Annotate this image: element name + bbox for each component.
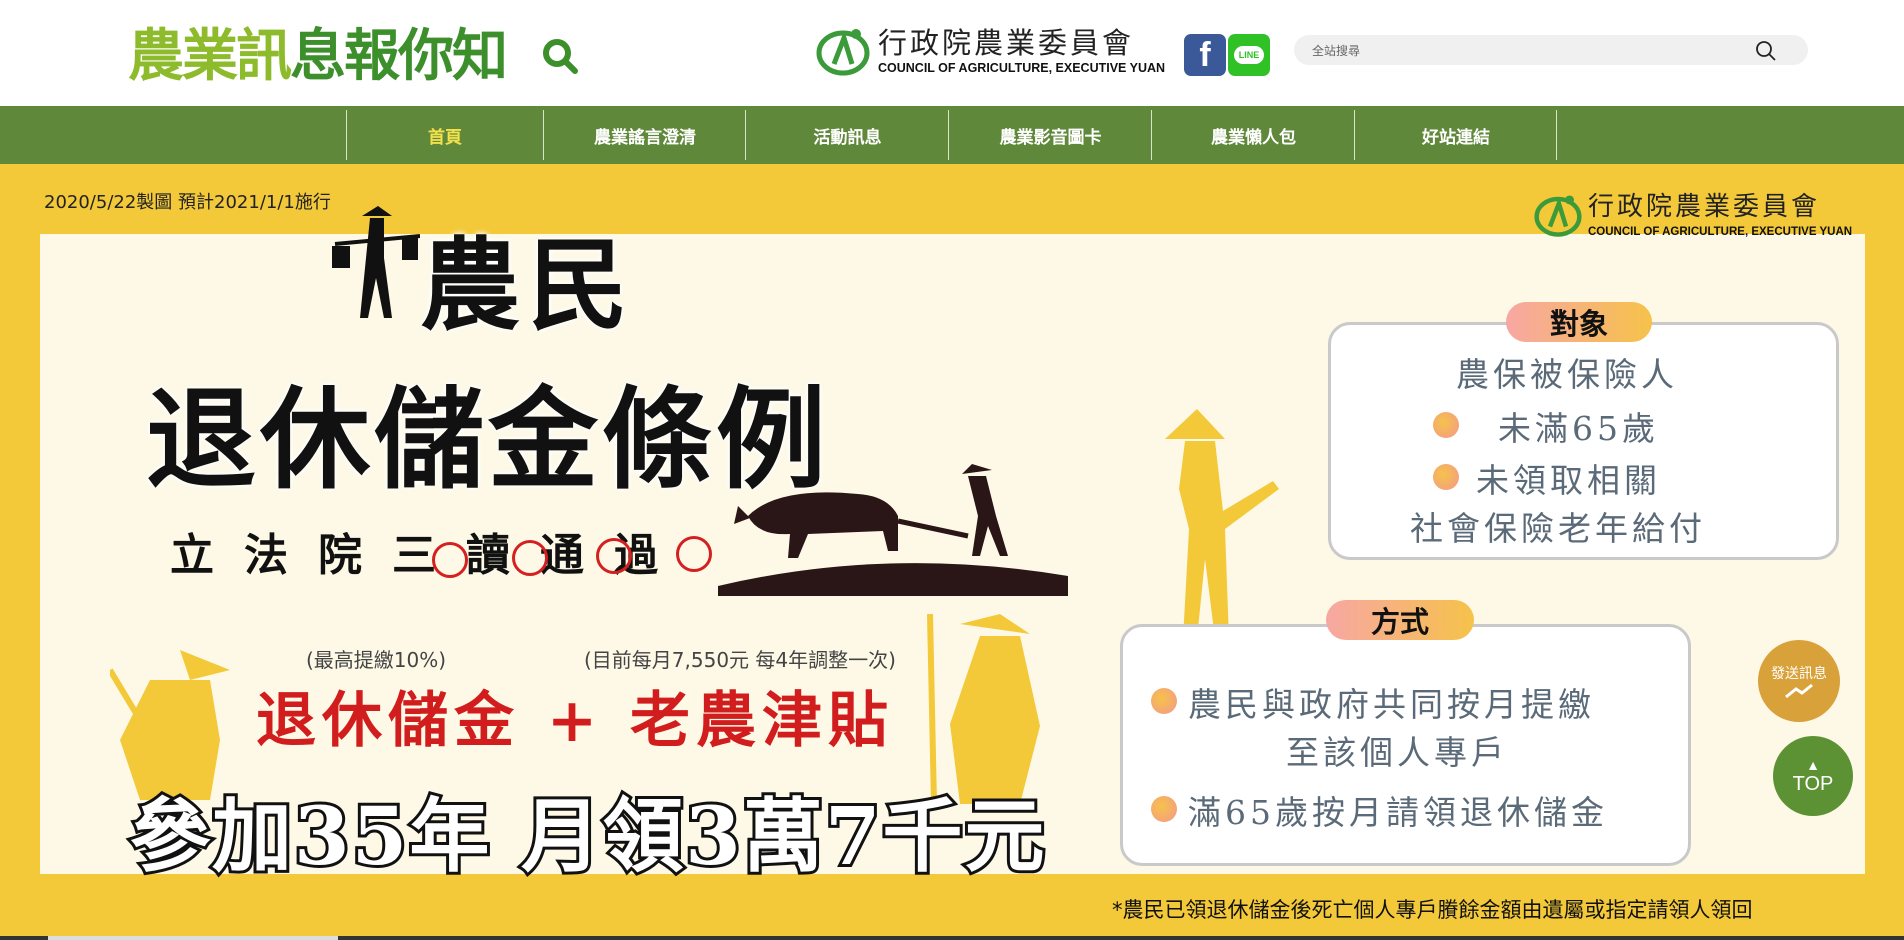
logo-text-a: 農業訊 [128,24,292,89]
nav-item-events[interactable]: 活動訊息 [745,110,949,160]
main-nav: 首頁 農業謠言澄清 活動訊息 農業影音圖卡 農業懶人包 好站連結 [0,106,1904,164]
note-max-contribution: (最高提繳10%) [306,648,447,672]
target-line: 未領取相關 [1476,461,1661,500]
benefit-formula: 退休儲金 + 老農津貼 [256,686,895,756]
trend-arrow-icon [1785,683,1813,699]
facebook-icon[interactable]: f [1184,34,1226,76]
site-search [1294,35,1808,65]
banner-title-act: 退休儲金條例 [146,375,830,504]
banner-date-note: 2020/5/22製圖 預計2021/1/1施行 [44,192,331,213]
banner-coa-name-zh: 行政院農業委員會 [1588,192,1821,222]
hero-banner[interactable]: 2020/5/22製圖 預計2021/1/1施行 行政院農業委員會 COUNCI… [0,164,1904,936]
nav-item-links[interactable]: 好站連結 [1354,110,1557,160]
coa-name-zh: 行政院農業委員會 [878,26,1135,60]
bullet-dot [1151,688,1177,714]
logo-text-b: 息報你知 [290,24,508,89]
bullet-dot [1151,796,1177,822]
search-input[interactable] [1310,39,1754,63]
facebook-label: f [1199,35,1211,74]
benefit-summary: 參加35年 月領3萬7千元 [127,786,1048,886]
bullet-dot [1433,464,1459,490]
red-circle-mark [596,538,632,574]
method-tag: 方式 [1326,600,1474,640]
nav-divider [1556,110,1557,160]
search-button-icon[interactable] [1754,39,1778,61]
bullet-dot [1433,412,1459,438]
back-to-top-button[interactable]: ▲ TOP [1773,736,1853,816]
scrollbar-thumb[interactable] [48,936,338,940]
coa-logo[interactable]: 行政院農業委員會 COUNCIL OF AGRICULTURE, EXECUTI… [816,24,1165,78]
nav-item-rumor[interactable]: 農業謠言澄清 [543,110,746,160]
method-line: 滿65歲按月請領退休儲金 [1188,793,1608,832]
target-tag: 對象 [1506,302,1652,342]
farmer-carrying-silhouette [332,206,420,318]
nav-item-guides[interactable]: 農業懶人包 [1151,110,1355,160]
line-icon[interactable]: LINE [1228,34,1270,76]
method-line: 至該個人專戶 [1286,733,1508,772]
up-arrow-icon: ▲ [1806,756,1820,773]
banner-footnote: *農民已領退休儲金後死亡個人專戶賸餘金額由遺屬或指定請領人領回 [1112,898,1753,922]
coa-name-en: COUNCIL OF AGRICULTURE, EXECUTIVE YUAN [878,61,1166,75]
farmer-yellow-silhouette [1165,409,1279,639]
method-line: 農民與政府共同按月提繳 [1188,685,1595,724]
top-label: TOP [1792,772,1834,795]
banner-coa-name-en: COUNCIL OF AGRICULTURE, EXECUTIVE YUAN [1588,226,1853,238]
red-circle-mark [512,540,548,576]
target-line: 社會保險老年給付 [1410,509,1706,548]
red-circle-mark [676,536,712,572]
nav-item-home[interactable]: 首頁 [346,110,543,160]
site-header: 農業訊 息報你知 行政院農業委員會 COUNCIL OF AGRICULTURE,… [0,0,1904,106]
note-monthly-subsidy: (目前每月7,550元 每4年調整一次) [584,648,896,672]
send-message-button[interactable]: 發送訊息 [1758,640,1840,722]
banner-coa-logo: 行政院農業委員會 COUNCIL OF AGRICULTURE, EXECUTI… [1534,190,1852,240]
line-label: LINE [1233,46,1265,64]
red-circle-mark [432,542,468,578]
nav-item-media[interactable]: 農業影音圖卡 [948,110,1152,160]
target-line: 未滿65歲 [1498,409,1659,448]
coa-emblem-icon [1534,195,1582,237]
banner-title-farmers: 農民 [420,226,636,344]
site-logo[interactable]: 農業訊 息報你知 [128,22,508,92]
coa-emblem-icon [816,29,870,76]
target-line: 農保被保險人 [1456,355,1678,394]
send-message-label: 發送訊息 [1771,666,1827,682]
search-icon [543,39,578,74]
